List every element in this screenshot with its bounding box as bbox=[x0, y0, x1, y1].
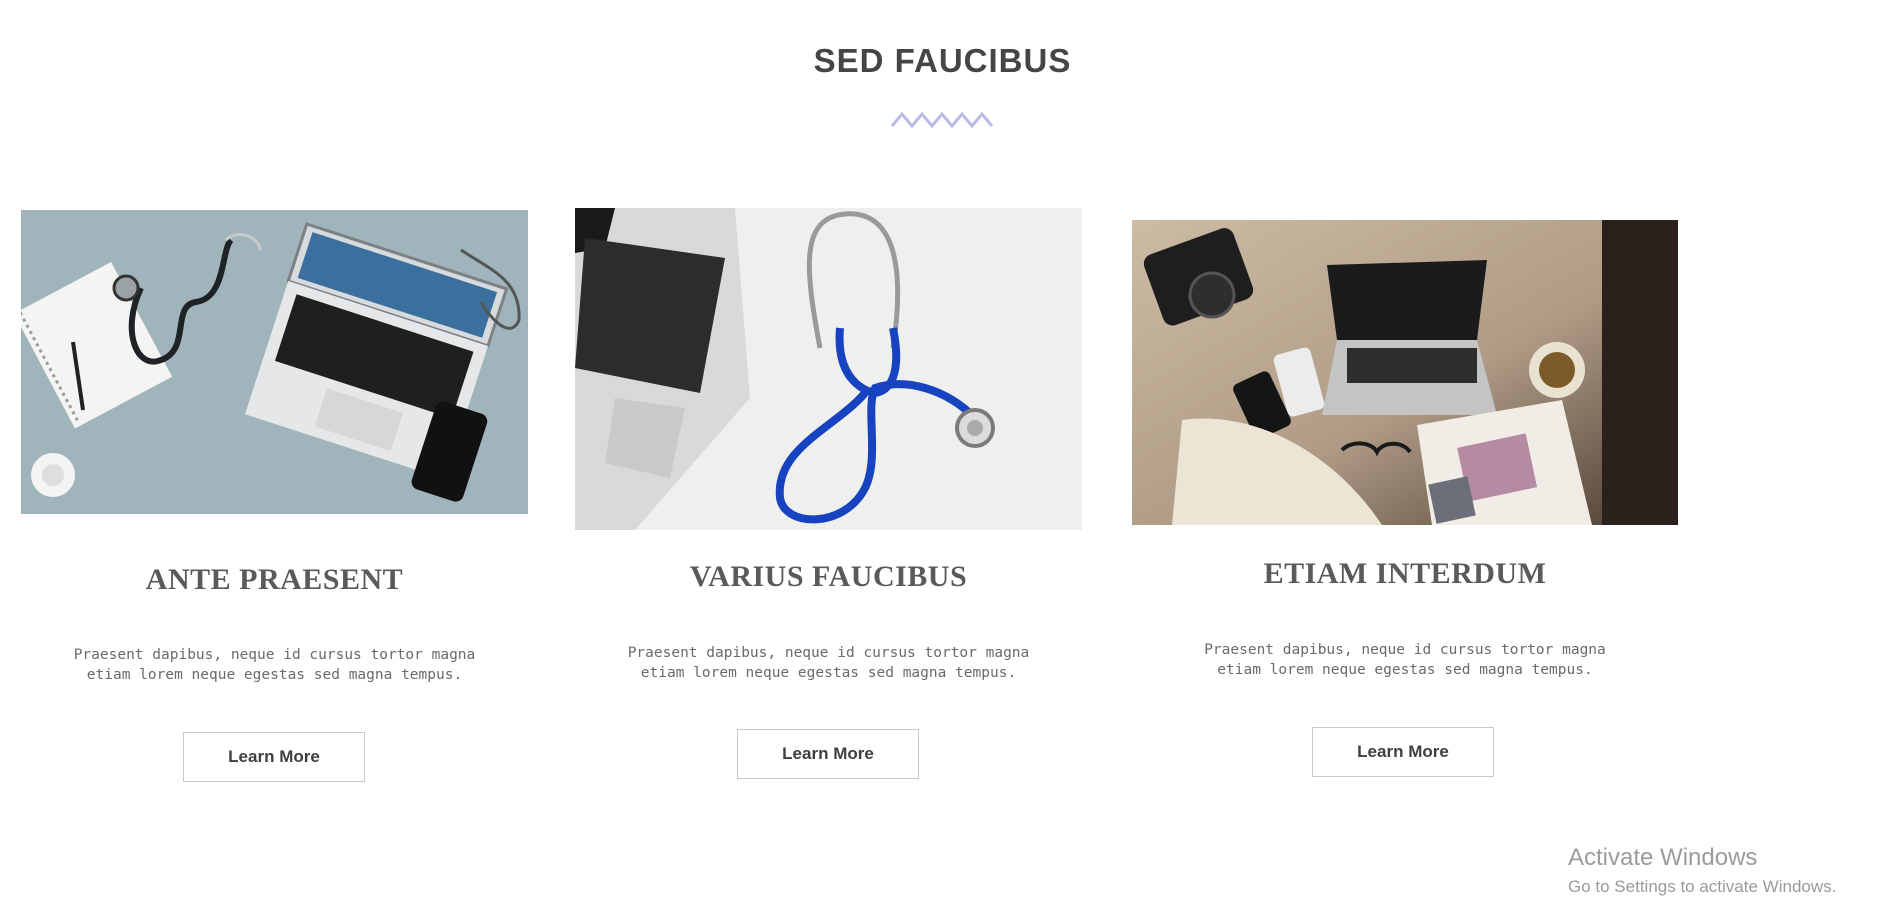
card-title: ANTE PRAESENT bbox=[145, 563, 404, 596]
learn-more-button[interactable]: Learn More bbox=[1312, 727, 1494, 777]
service-card-3: ETIAM INTERDUM Praesent dapibus, neque i… bbox=[1132, 0, 1678, 908]
card-title: VARIUS FAUCIBUS bbox=[689, 560, 968, 593]
card-description: Praesent dapibus, neque id cursus tortor… bbox=[1132, 640, 1678, 680]
card-description-line-1: Praesent dapibus, neque id cursus tortor… bbox=[627, 645, 1030, 661]
windows-activation-watermark: Activate Windows Go to Settings to activ… bbox=[1568, 843, 1836, 899]
card-description-line-2: etiam lorem neque egestas sed magna temp… bbox=[1217, 662, 1593, 678]
card-description-line-1: Praesent dapibus, neque id cursus tortor… bbox=[1204, 642, 1606, 658]
watermark-title: Activate Windows bbox=[1568, 844, 1758, 871]
service-card-1: ANTE PRAESENT Praesent dapibus, neque id… bbox=[21, 0, 528, 908]
card-description: Praesent dapibus, neque id cursus tortor… bbox=[575, 643, 1082, 683]
learn-more-button[interactable]: Learn More bbox=[737, 729, 919, 779]
learn-more-button[interactable]: Learn More bbox=[183, 732, 365, 782]
card-description-line-2: etiam lorem neque egestas sed magna temp… bbox=[86, 667, 463, 683]
card-description-line-2: etiam lorem neque egestas sed magna temp… bbox=[640, 665, 1017, 681]
card-image-laptop-stethoscope bbox=[21, 210, 528, 514]
card-image-blue-stethoscope bbox=[575, 208, 1082, 530]
card-description: Praesent dapibus, neque id cursus tortor… bbox=[21, 645, 528, 685]
card-description-line-1: Praesent dapibus, neque id cursus tortor… bbox=[73, 647, 476, 663]
card-title: ETIAM INTERDUM bbox=[1263, 557, 1547, 590]
watermark-subtitle: Go to Settings to activate Windows. bbox=[1568, 877, 1837, 896]
card-image-laptop-camera bbox=[1132, 220, 1678, 525]
service-card-2: VARIUS FAUCIBUS Praesent dapibus, neque … bbox=[575, 0, 1082, 908]
